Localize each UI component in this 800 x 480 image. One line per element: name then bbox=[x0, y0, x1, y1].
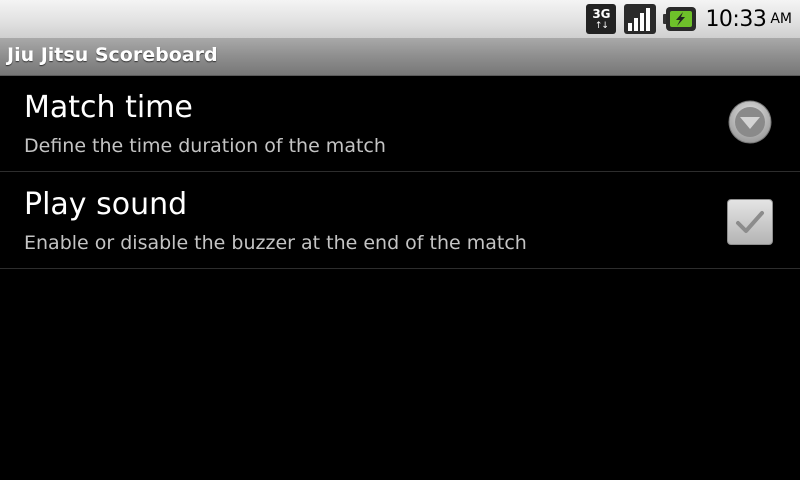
play-sound-checkbox[interactable] bbox=[727, 199, 773, 245]
clock-ampm: AM bbox=[770, 11, 792, 27]
data-activity-icon: ↑↓ bbox=[594, 20, 609, 31]
network-3g-icon: 3G ↑↓ bbox=[586, 4, 617, 34]
preference-title: Play sound bbox=[24, 187, 188, 222]
checkmark-icon bbox=[736, 211, 764, 233]
preference-title: Match time bbox=[24, 90, 193, 125]
status-bar: 3G ↑↓ 10:33 AM bbox=[0, 0, 800, 38]
app-title: Jiu Jitsu Scoreboard bbox=[7, 44, 218, 66]
title-bar: Jiu Jitsu Scoreboard bbox=[0, 38, 800, 76]
battery-charging-icon bbox=[663, 7, 697, 31]
preference-play-sound[interactable]: Play sound Enable or disable the buzzer … bbox=[0, 173, 800, 269]
status-icons: 3G ↑↓ 10:33 AM bbox=[586, 0, 800, 38]
dropdown-arrow-icon[interactable] bbox=[728, 100, 772, 144]
preference-summary: Define the time duration of the match bbox=[24, 135, 386, 157]
preference-match-time[interactable]: Match time Define the time duration of t… bbox=[0, 76, 800, 172]
preference-summary: Enable or disable the buzzer at the end … bbox=[24, 232, 527, 254]
network-type-label: 3G bbox=[592, 6, 611, 21]
clock-time: 10:33 bbox=[705, 6, 767, 32]
signal-strength-icon bbox=[624, 4, 657, 34]
